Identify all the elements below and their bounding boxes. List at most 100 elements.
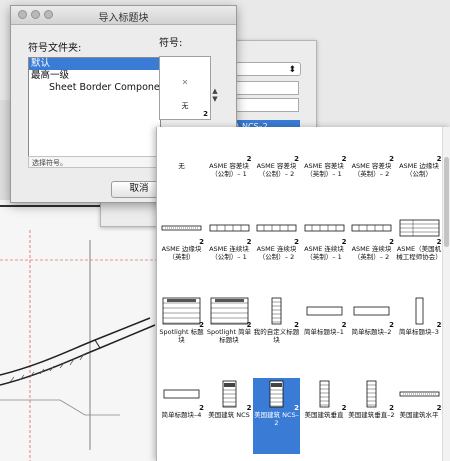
- palette-item-caption: Spotlight 简单标题块: [206, 328, 252, 344]
- palette-item[interactable]: 2 我的自定义标题块: [253, 295, 300, 371]
- symbol-stepper[interactable]: ▲ ▼: [211, 87, 219, 103]
- palette-item[interactable]: 2 ASME 连续块（英制）– 1: [301, 212, 348, 288]
- background-field-1[interactable]: [231, 81, 299, 95]
- palette-item-caption: ASME 容差块（英制）– 1: [304, 162, 344, 178]
- folder-item[interactable]: Sheet Border Component: [29, 82, 170, 94]
- title-block-thumbnail-icon: [304, 224, 344, 232]
- title-block-thumbnail-icon: [351, 224, 392, 232]
- palette-item-thumbnail: [304, 297, 345, 325]
- palette-item[interactable]: 2 Spotlight 标题块: [158, 295, 205, 371]
- palette-item-thumbnail: [351, 297, 392, 325]
- folder-label: 符号文件夹:: [28, 43, 82, 54]
- symbol-preview: 无 2: [159, 56, 211, 120]
- background-field-2[interactable]: [231, 98, 299, 112]
- palette-item[interactable]: 2 Spotlight 简单标题块: [206, 295, 253, 371]
- palette-item[interactable]: 2 ASME 容差块（英制）– 2: [348, 129, 395, 205]
- palette-item[interactable]: 2 美国建筑 NCS: [206, 378, 253, 454]
- palette-item-thumbnail: [161, 297, 202, 325]
- palette-scroll-thumb[interactable]: [444, 157, 449, 247]
- palette-item-caption: ASME 边缘块（公制）: [399, 162, 439, 178]
- palette-item[interactable]: 2 ASME 边缘块（公制）: [396, 129, 443, 205]
- title-bar: 导入标题块: [11, 6, 236, 25]
- folder-item[interactable]: 最高一级: [29, 70, 160, 82]
- palette-item[interactable]: 2 美国建筑垂直–2: [348, 378, 395, 454]
- palette-item-caption: 简单标题块–2: [351, 328, 392, 336]
- title-block-thumbnail-icon: [415, 297, 423, 325]
- title-block-thumbnail-icon: [399, 219, 439, 237]
- palette-item-thumbnail: [256, 214, 297, 242]
- preview-badge: 2: [203, 110, 208, 118]
- drawing-linework: [0, 205, 160, 461]
- palette-item-caption: 美国建筑 NCS–2: [254, 411, 299, 427]
- palette-item-thumbnail: [351, 131, 392, 159]
- title-block-thumbnail-icon: [353, 306, 390, 316]
- palette-item-caption: ASME 连续块（英制）– 2: [351, 245, 392, 261]
- palette-item-thumbnail: [161, 380, 202, 408]
- palette-item-caption: ASME 容差块（英制）– 2: [351, 162, 392, 178]
- palette-item[interactable]: 2 美国建筑水平: [396, 378, 443, 454]
- palette-item[interactable]: 2 ASME（美国机械工程师协会）: [396, 212, 443, 288]
- palette-item[interactable]: 2 ASME 容差块（英制）– 1: [301, 129, 348, 205]
- palette-item[interactable]: 2 ASME 容差块（公制）– 1: [206, 129, 253, 205]
- palette-item[interactable]: 2 ASME 连续块（公制）– 1: [206, 212, 253, 288]
- palette-item-caption: ASME（美国机械工程师协会）: [396, 245, 442, 261]
- hint-text: 选择符号。: [28, 156, 159, 168]
- palette-item-thumbnail: [209, 297, 250, 325]
- palette-item-caption: 简单标题块–1: [304, 328, 344, 336]
- background-select[interactable]: ⬍: [231, 62, 301, 76]
- palette-item-caption: ASME 连续块（公制）– 1: [209, 245, 249, 261]
- select-arrow-icon: ⬍: [288, 65, 296, 75]
- palette-item-thumbnail: [399, 297, 440, 325]
- palette-item-thumbnail: [399, 214, 440, 242]
- palette-item[interactable]: 2 ASME 容差块（公制）– 2: [253, 129, 300, 205]
- palette-item-thumbnail: [256, 297, 297, 325]
- title-block-thumbnail-icon: [306, 306, 342, 316]
- title-block-thumbnail-icon: [209, 224, 249, 232]
- title-block-thumbnail-icon: [319, 380, 329, 408]
- title-block-thumbnail-icon: [271, 297, 282, 325]
- palette-item[interactable]: 2 简单标题块–2: [348, 295, 395, 371]
- palette-item-thumbnail: [304, 214, 345, 242]
- palette-item-caption: 简单标题块–4: [161, 411, 202, 419]
- palette-item-caption: ASME 容差块（公制）– 1: [209, 162, 249, 178]
- window-title: 导入标题块: [98, 13, 149, 24]
- palette-item-thumbnail: [209, 214, 250, 242]
- palette-item[interactable]: 2 ASME 连续块（英制）– 2: [348, 212, 395, 288]
- title-block-thumbnail-icon: [210, 297, 248, 325]
- stepper-down-icon[interactable]: ▼: [211, 95, 219, 103]
- palette-item-caption: 美国建筑 NCS: [208, 411, 250, 419]
- folder-list[interactable]: 默认 最高一级 Sheet Border Component: [28, 57, 170, 157]
- title-block-thumbnail-icon: [163, 389, 200, 399]
- palette-item-thumbnail: [256, 380, 297, 408]
- palette-item-caption: Spotlight 标题块: [159, 328, 204, 344]
- title-block-thumbnail-icon: [161, 225, 202, 231]
- preview-empty-icon: [182, 79, 188, 85]
- palette-item[interactable]: 2 ASME 边缘块（英制）: [158, 212, 205, 288]
- palette-scrollbar[interactable]: [442, 127, 450, 461]
- title-block-thumbnail-icon: [366, 380, 377, 408]
- palette-item-caption: 美国建筑垂直–2: [348, 411, 395, 419]
- title-block-thumbnail-icon: [162, 297, 201, 325]
- palette-item[interactable]: 2 简单标题块–1: [301, 295, 348, 371]
- palette-item-thumbnail: [304, 131, 345, 159]
- palette-item-thumbnail: [209, 131, 250, 159]
- palette-item[interactable]: 2 美国建筑 NCS–2: [253, 378, 300, 454]
- palette-item-caption: 无: [178, 162, 185, 170]
- folder-item[interactable]: 默认: [29, 58, 160, 70]
- palette-item-caption: 简单标题块–3: [399, 328, 439, 336]
- palette-item-caption: 我的自定义标题块: [253, 328, 300, 344]
- palette-item[interactable]: 2 美国建筑垂直: [301, 378, 348, 454]
- palette-item-thumbnail: [161, 214, 202, 242]
- palette-item-thumbnail: [209, 380, 250, 408]
- drawing-canvas[interactable]: [0, 200, 160, 461]
- palette-item-thumbnail: [399, 380, 440, 408]
- palette-item[interactable]: 2 简单标题块–3: [396, 295, 443, 371]
- palette-item-caption: ASME 连续块（公制）– 2: [256, 245, 297, 261]
- palette-item[interactable]: 2 ASME 连续块（公制）– 2: [253, 212, 300, 288]
- palette-item[interactable]: 2 简单标题块–4: [158, 378, 205, 454]
- palette-item-thumbnail: [161, 131, 202, 159]
- palette-item-caption: ASME 连续块（英制）– 1: [304, 245, 344, 261]
- palette-item[interactable]: 无: [158, 129, 205, 205]
- stepper-up-icon[interactable]: ▲: [211, 87, 219, 95]
- palette-item-caption: 美国建筑水平: [399, 411, 439, 419]
